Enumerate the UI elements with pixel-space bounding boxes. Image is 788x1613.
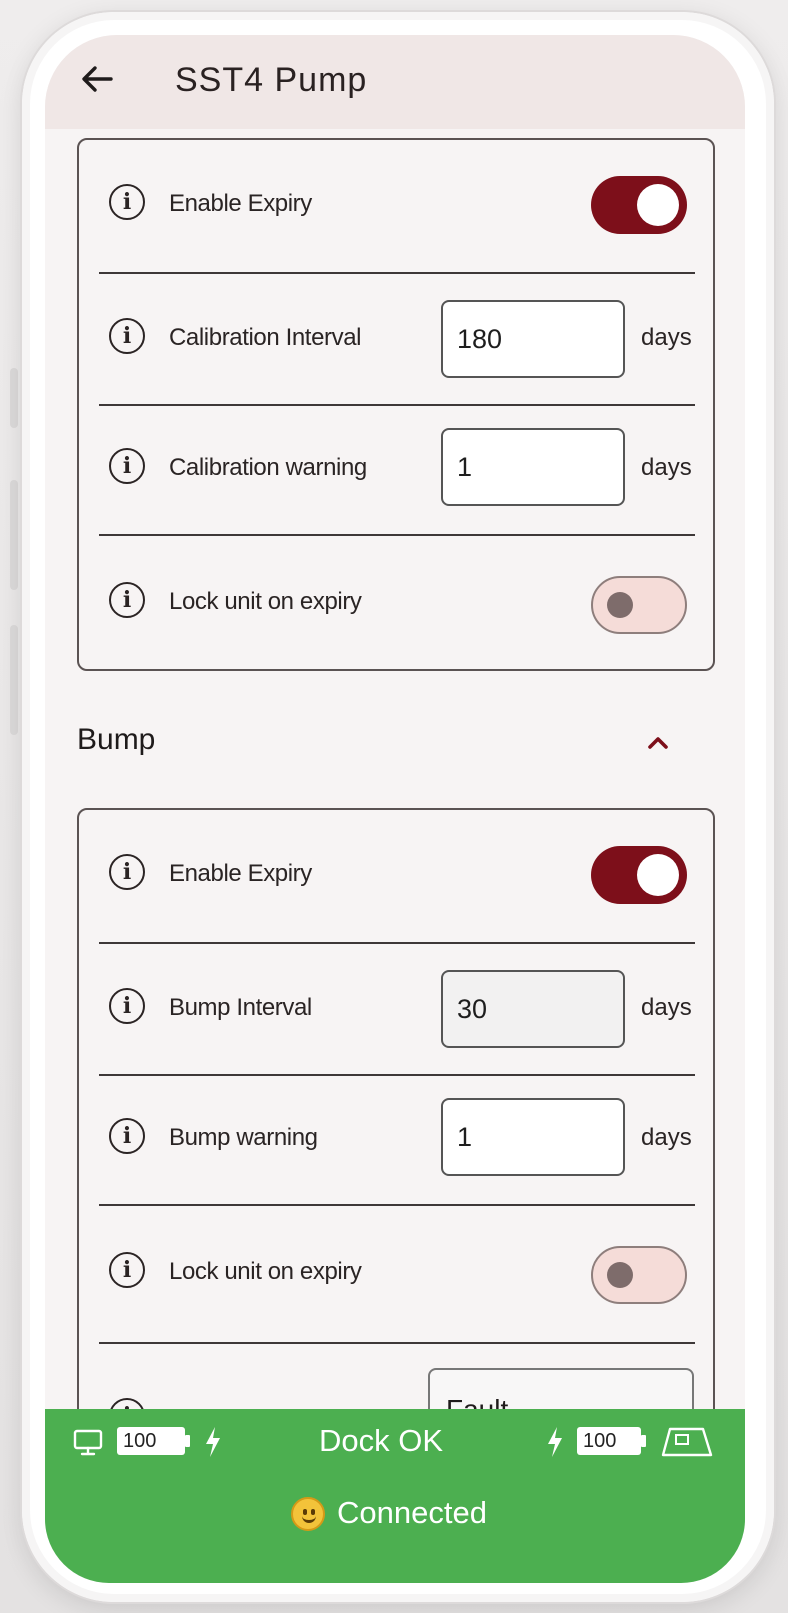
left-battery-level: 100 bbox=[117, 1427, 185, 1455]
bump-interval-input[interactable] bbox=[441, 970, 625, 1048]
bump-lock-toggle[interactable] bbox=[591, 1246, 687, 1304]
bump-interval-row: i Bump Interval days bbox=[79, 944, 713, 1074]
charging-bolt-icon bbox=[548, 1427, 562, 1457]
calibration-interval-unit: days bbox=[641, 324, 692, 351]
bump-interval-unit: days bbox=[641, 994, 692, 1021]
mute-switch bbox=[10, 368, 18, 428]
calibration-warning-label: Calibration warning bbox=[169, 454, 367, 481]
calibration-enable-expiry-row: i Enable Expiry bbox=[79, 140, 713, 270]
arrow-left-icon bbox=[82, 66, 113, 92]
calibration-interval-row: i Calibration Interval days bbox=[79, 274, 713, 404]
calibration-enable-expiry-toggle[interactable] bbox=[591, 176, 687, 234]
connection-status-text: Connected bbox=[337, 1495, 487, 1530]
calibration-expiry-card: i Enable Expiry i Calibration Interval d… bbox=[77, 138, 715, 671]
bump-warning-row: i Bump warning days bbox=[79, 1076, 713, 1206]
bump-lock-label: Lock unit on expiry bbox=[169, 1258, 362, 1285]
bump-enable-expiry-toggle[interactable] bbox=[591, 846, 687, 904]
calibration-warning-unit: days bbox=[641, 454, 692, 481]
monitor-icon bbox=[73, 1429, 103, 1456]
bump-lock-row: i Lock unit on expiry bbox=[79, 1206, 713, 1336]
bump-enable-expiry-row: i Enable Expiry bbox=[79, 810, 713, 940]
info-icon[interactable]: i bbox=[109, 448, 145, 484]
chevron-up-icon bbox=[648, 737, 668, 749]
calibration-lock-row: i Lock unit on expiry bbox=[79, 536, 713, 666]
bump-interval-label: Bump Interval bbox=[169, 994, 312, 1021]
volume-down-button bbox=[10, 625, 18, 735]
bump-warning-label: Bump warning bbox=[169, 1124, 318, 1151]
calibration-lock-label: Lock unit on expiry bbox=[169, 588, 362, 615]
app-bar: SST4 Pump bbox=[45, 35, 745, 129]
bump-expiry-card: i Enable Expiry i Bump Interval days i B… bbox=[77, 808, 715, 1489]
info-icon[interactable]: i bbox=[109, 1118, 145, 1154]
bump-warning-unit: days bbox=[641, 1124, 692, 1151]
info-icon[interactable]: i bbox=[109, 318, 145, 354]
battery-icon bbox=[185, 1435, 190, 1447]
battery-icon bbox=[641, 1435, 646, 1447]
instrument-icon bbox=[661, 1427, 713, 1457]
page-title: SST4 Pump bbox=[175, 61, 368, 99]
calibration-warning-input[interactable] bbox=[441, 428, 625, 506]
info-icon[interactable]: i bbox=[109, 988, 145, 1024]
info-icon[interactable]: i bbox=[109, 184, 145, 220]
dock-status-bar: 100 Dock OK 100 Connected bbox=[45, 1409, 745, 1583]
calibration-warning-row: i Calibration warning days bbox=[79, 406, 713, 536]
volume-up-button bbox=[10, 480, 18, 590]
bump-collapse-button[interactable] bbox=[645, 733, 671, 751]
info-icon[interactable]: i bbox=[109, 582, 145, 618]
divider bbox=[99, 1342, 695, 1344]
back-button[interactable] bbox=[77, 59, 117, 99]
connected-smiley-icon bbox=[291, 1497, 325, 1531]
app-screen: SST4 Pump i Enable Expiry i Calibration … bbox=[45, 35, 745, 1583]
bump-section-title: Bump bbox=[77, 723, 156, 756]
calibration-enable-expiry-label: Enable Expiry bbox=[169, 190, 312, 217]
right-battery-level: 100 bbox=[577, 1427, 641, 1455]
bump-enable-expiry-label: Enable Expiry bbox=[169, 860, 312, 887]
info-icon[interactable]: i bbox=[109, 854, 145, 890]
calibration-interval-input[interactable] bbox=[441, 300, 625, 378]
device-frame: SST4 Pump i Enable Expiry i Calibration … bbox=[0, 0, 788, 1613]
calibration-interval-label: Calibration Interval bbox=[169, 324, 362, 351]
info-icon[interactable]: i bbox=[109, 1252, 145, 1288]
settings-scroll-area[interactable]: i Enable Expiry i Calibration Interval d… bbox=[45, 129, 745, 1489]
bump-warning-input[interactable] bbox=[441, 1098, 625, 1176]
calibration-lock-toggle[interactable] bbox=[591, 576, 687, 634]
charging-bolt-icon bbox=[206, 1427, 220, 1457]
dock-status-text: Dock OK bbox=[319, 1423, 444, 1458]
